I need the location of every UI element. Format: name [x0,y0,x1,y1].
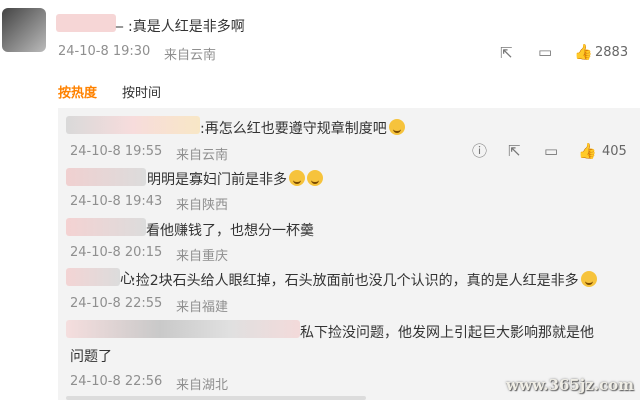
report-icon[interactable]: ⓘ [472,143,487,159]
reply-text: :再怎么红也要遵守规章制度吧 [200,118,405,138]
like-icon[interactable]: 👍 [578,143,597,159]
laugh-cry-emoji-icon [307,170,323,186]
reply-username-redacted [66,396,366,400]
reply-username-redacted[interactable] [66,168,146,186]
reply-time: 24-10-8 19:55 [70,144,163,159]
reply-location: 来自云南 [176,148,229,163]
smile-emoji-icon [388,119,405,135]
comment-text: :真是人红是非多啊 [128,19,245,35]
reply-text: 私下捡没问题，他发网上引起巨大影响那就是他 [300,325,594,341]
reply-location: 来自重庆 [176,249,229,264]
laugh-emoji-icon [580,271,597,287]
tab-time[interactable]: 按时间 [122,82,161,101]
share-icon[interactable]: ⇱ [508,143,521,159]
reply-time: 24-10-8 19:43 [70,194,163,209]
comment-location: 来自云南 [164,48,217,63]
reply-location: 来自陕西 [176,198,229,213]
reply-time: 24-10-8 22:55 [70,296,163,311]
reply-text: :捡2块石头给人眼红掉，石头放面前也没几个认识的，真的是人红是非多 [131,270,597,290]
tab-hot[interactable]: 按热度 [58,82,97,101]
like-icon[interactable]: 👍 [574,44,593,60]
laugh-cry-emoji-icon [289,170,305,186]
reply-username-redacted[interactable] [66,268,120,286]
reply-text: 明明是寡妇门前是非多 [147,169,323,189]
share-icon[interactable]: ⇱ [500,45,513,61]
watermark: www.365jz.com [506,376,634,394]
comment-icon[interactable]: ▭ [538,44,552,60]
reply-text-continued: 问题了 [70,349,112,365]
reply-time: 24-10-8 22:56 [70,374,163,389]
reply-location: 来自湖北 [176,378,229,393]
like-count: 2883 [595,45,629,60]
comment-icon[interactable]: ▭ [544,143,558,159]
reply-username-redacted[interactable] [66,218,146,236]
reply-text: 看他赚钱了，也想分一杯羹 [146,223,314,239]
comment-time: 24-10-8 19:30 [58,44,151,59]
like-count: 405 [602,144,627,159]
reply-location: 来自福建 [176,300,229,315]
reply-username-redacted[interactable] [66,116,200,134]
reply-time: 24-10-8 20:15 [70,245,163,260]
avatar[interactable] [2,8,46,52]
username-suffix: _ [116,12,123,28]
reply-username-redacted[interactable] [66,320,300,338]
username-redacted[interactable] [56,14,116,32]
